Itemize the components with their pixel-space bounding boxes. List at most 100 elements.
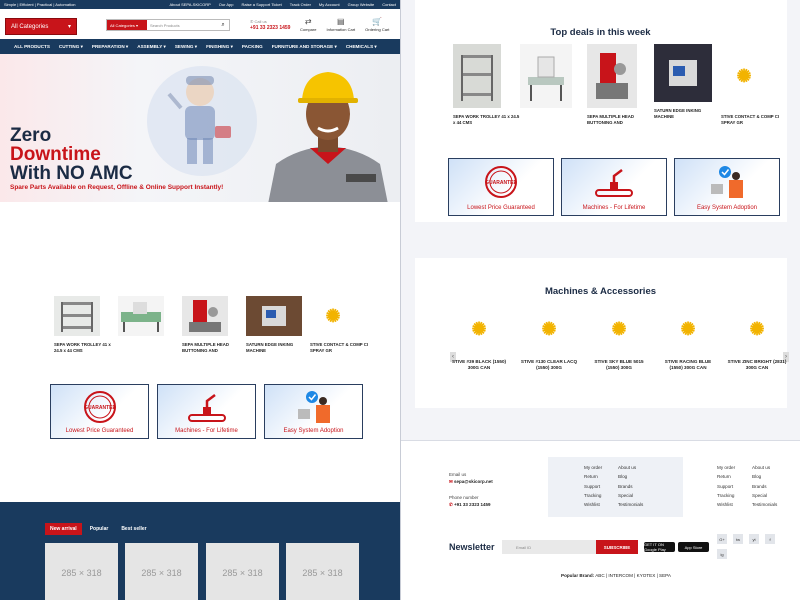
top-link[interactable]: My Account [319,2,340,7]
system-adoption-icon [711,166,743,198]
compare-button[interactable]: ⇄ Compare [300,17,316,32]
ordering-cart-button[interactable]: 🛒 Ordering Cart [365,17,389,32]
footer-link[interactable]: Wishlist [717,500,735,509]
accessory-card[interactable]: ✺ STIVE ZINC BRIGHT (2831) 300G CAN [727,319,787,372]
footer-link[interactable]: Support [584,482,602,491]
product-card[interactable] [520,44,587,126]
twitter-icon[interactable]: tw [733,534,743,544]
top-link[interactable]: Our App [219,2,234,7]
product-image-placeholder[interactable]: 285 × 318 [125,543,198,600]
footer-link[interactable]: Testimonials [752,500,777,509]
product-card[interactable]: SATURN EDGE INKING MACHINE [246,296,310,354]
hero-banner[interactable]: Zero Downtime With NO AMC Spare Parts Av… [0,54,400,202]
conveyor-robot-icon [595,169,633,197]
nav-item[interactable]: CUTTING ▾ [59,44,83,50]
search-input[interactable]: Search Products [147,23,217,28]
feature-lowest-price[interactable]: GUARANTEE Lowest Price Guaranteed [448,158,554,216]
subscribe-button[interactable]: SUBSCRIBE [596,540,638,554]
product-image-placeholder[interactable]: 285 × 318 [206,543,279,600]
product-name: SATURN EDGE INKING MACHINE [246,342,294,353]
tab-popular[interactable]: Popular [85,523,114,535]
product-name: SEPA WORK TROLLEY 41 x 24.5 x 44 CMS [54,342,111,353]
youtube-icon[interactable]: yt [749,534,759,544]
product-card[interactable]: ✺ STIVE CONTACT & COMP CI SPRAY GR [310,296,374,354]
footer-link[interactable]: Special [618,491,643,500]
footer-link[interactable]: My order [717,463,735,472]
phone-contact[interactable]: ✆ +91 33 2323 1459 [449,502,490,508]
feature-machines-lifetime[interactable]: Machines - For Lifetime [561,158,667,216]
search-icon[interactable]: ⌕ [217,20,229,30]
feature-machines-lifetime[interactable]: Machines - For Lifetime [157,384,256,439]
product-image-placeholder[interactable]: 285 × 318 [45,543,118,600]
information-cart-button[interactable]: ▤ Information Cart [326,17,355,32]
footer-link[interactable]: Support [717,482,735,491]
buttoning-machine-image [587,44,637,108]
top-link[interactable]: Track Order [290,2,311,7]
email-contact[interactable]: ✉ sepa@skicorp.net [449,479,493,485]
accessory-card[interactable]: ✺ STIVE RACING BLUE (1550) 300G CAN [658,321,718,372]
product-image-placeholder[interactable]: 285 × 318 [286,543,359,600]
phone-icon: ✆ [449,502,453,507]
chevron-down-icon: ▾ [67,24,71,30]
hero-headline: Zero Downtime With NO AMC [10,125,133,184]
google-plus-icon[interactable]: G+ [717,534,727,544]
all-categories-button[interactable]: All Categories ▾ [5,18,77,35]
nav-item[interactable]: PACKING [242,44,263,49]
search-category-select[interactable]: All Categories ▾ [107,20,147,30]
top-link[interactable]: Raise a Support Ticket [241,2,281,7]
nav-item[interactable]: ASSEMBLY ▾ [137,44,166,50]
top-link[interactable]: Group Website [348,2,375,7]
gear-icon: ✺ [471,319,487,339]
top-link[interactable]: Contact [382,2,396,7]
footer-link[interactable]: About us [618,463,643,472]
facebook-icon[interactable]: f [765,534,775,544]
footer-link[interactable]: Return [717,472,735,481]
tagline: Simple | Efficient | Practical | Automat… [4,2,76,7]
tab-best-seller[interactable]: Best seller [116,523,151,535]
accessory-card[interactable]: ✺ STIVE #39 BLACK (1550) 300G CAN [449,319,509,372]
product-card[interactable]: SEPA WORK TROLLEY 41 x 24.5 x 44 CMS [453,44,520,126]
newsletter-email-input[interactable]: Email ID [502,540,596,554]
nav-item[interactable]: PREPARATION ▾ [92,44,128,50]
product-card[interactable]: ✺ STIVE CONTACT & COMP CI SPRAY GR [721,44,788,126]
product-card[interactable] [118,296,182,354]
footer-link[interactable]: Blog [752,472,777,481]
footer-link[interactable]: Tracking [717,491,735,500]
footer-link[interactable]: My order [584,463,602,472]
footer-link[interactable]: About us [752,463,777,472]
footer-link[interactable]: Wishlist [584,500,602,509]
nav-item[interactable]: FINISHING ▾ [206,44,233,50]
footer-link[interactable]: Blog [618,472,643,481]
accessory-card[interactable]: ✺ STIVE SKY BLUE 5015 (1550) 300G [589,319,649,372]
instagram-icon[interactable]: ig [717,549,727,559]
feature-system-adoption[interactable]: Easy System Adoption [264,384,363,439]
footer-link[interactable]: Brands [752,482,777,491]
product-card[interactable]: SEPA WORK TROLLEY 41 x 24.5 x 44 CMS [54,296,118,354]
gear-icon: ✺ [611,319,627,339]
footer-link[interactable]: Testimonials [618,500,643,509]
brand-links[interactable]: ABC | INTERCOM | KYOTEX | SEPA [595,573,671,578]
call-us: ✆ Call us +91 33 2323 1459 [250,19,291,31]
gear-icon: ✺ [749,319,765,339]
feature-system-adoption[interactable]: Easy System Adoption [674,158,780,216]
accessory-card[interactable]: ✺ STIVE #130 CLEAR LACQ (1550) 300G [519,321,579,372]
nav-item[interactable]: FURNITURE AND STORAGE ▾ [272,44,337,50]
inking-machine-image [246,296,302,336]
footer-link[interactable]: Tracking [584,491,602,500]
nav-item[interactable]: CHEMICALS ▾ [346,44,377,50]
tab-new-arrival[interactable]: New arrival [45,523,82,535]
app-store-button[interactable]: App Store [678,542,709,552]
deals-product-row: SEPA WORK TROLLEY 41 x 24.5 x 44 CMS SEP… [453,44,788,126]
footer-link[interactable]: Return [584,472,602,481]
nav-item[interactable]: ALL PRODUCTS [14,44,50,49]
google-play-button[interactable]: GET IT ON Google Play [644,542,675,552]
top-link[interactable]: About SEPA-SKICORP [170,2,211,7]
product-card[interactable]: SEPA MULTIPLE HEAD BUTTONING AND [587,44,654,126]
product-card[interactable]: SATURN EDGE INKING MACHINE [654,44,721,126]
call-number[interactable]: +91 33 2323 1459 [250,25,290,31]
footer-link[interactable]: Special [752,491,777,500]
nav-item[interactable]: SEWING ▾ [175,44,197,50]
product-card[interactable]: SEPA MULTIPLE HEAD BUTTONING AND [182,296,246,354]
footer-link[interactable]: Brands [618,482,643,491]
feature-lowest-price[interactable]: GUARANTEE Lowest Price Guaranteed [50,384,149,439]
